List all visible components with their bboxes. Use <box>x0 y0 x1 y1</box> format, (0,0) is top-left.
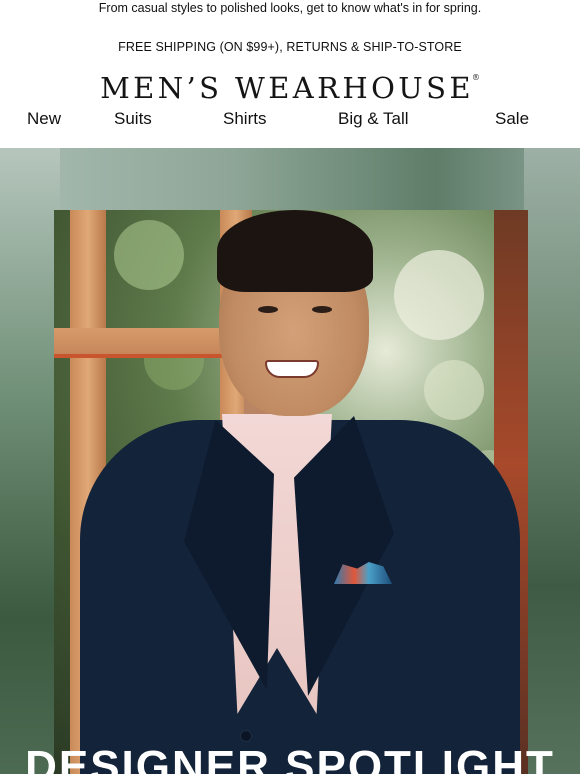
smile <box>265 360 319 378</box>
preheader-text: From casual styles to polished looks, ge… <box>98 1 482 15</box>
hero-background-top <box>0 148 580 210</box>
nav-item-sale[interactable]: Sale <box>495 106 529 132</box>
nav-item-shirts[interactable]: Shirts <box>223 106 266 132</box>
hero-banner[interactable] <box>0 148 580 774</box>
left-eye <box>258 306 278 313</box>
model-photo <box>54 210 528 774</box>
right-eye <box>312 306 332 313</box>
jacket-button <box>240 730 252 742</box>
brand-logo-text: MEN’S WEARHOUSE <box>100 71 474 105</box>
registered-mark: ® <box>471 73 480 82</box>
model-hair <box>217 210 373 292</box>
hero-headline: DESIGNER SPOTLIGHT <box>25 742 555 774</box>
nav-item-new[interactable]: New <box>27 106 61 132</box>
shipping-banner[interactable]: FREE SHIPPING (ON $99+), RETURNS & SHIP-… <box>0 39 580 55</box>
main-navigation: New Suits Shirts Big & Tall Sale <box>0 106 580 132</box>
nav-item-suits[interactable]: Suits <box>114 106 152 132</box>
hero-background-left <box>0 148 60 774</box>
brand-logo[interactable]: MEN’S WEARHOUSE® <box>0 60 580 105</box>
nav-item-big-and-tall[interactable]: Big & Tall <box>338 106 409 132</box>
hero-background-right <box>524 148 580 774</box>
